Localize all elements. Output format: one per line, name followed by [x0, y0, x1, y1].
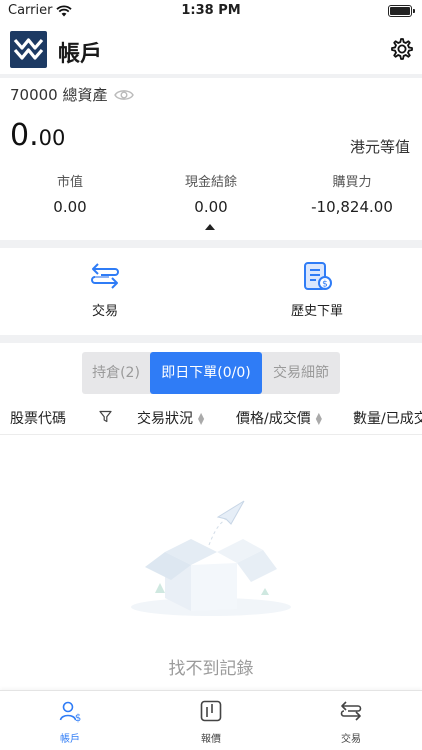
empty-state-message: 找不到記錄: [168, 659, 254, 679]
eye-icon[interactable]: [113, 88, 134, 102]
tab-quote-label: 報價: [201, 734, 221, 745]
page-title: 帳戶: [58, 42, 103, 67]
tab-trade-label: 交易: [341, 734, 361, 745]
svg-text:$: $: [75, 713, 81, 723]
total-assets-label: 70000 總資產: [10, 86, 108, 104]
quote-icon: [200, 700, 222, 722]
sort-icon: ▲ ▼: [198, 411, 205, 426]
orders-segmented-control: 持倉(2) 即日下單(0/0) 交易細節: [82, 352, 340, 394]
settings-button[interactable]: [388, 36, 414, 62]
stat-market-value: 市值 0.00: [53, 175, 87, 216]
total-assets-row: 70000 總資產: [10, 84, 134, 105]
orders-table-header: 股票代碼 交易狀況 ▲ ▼ 價格/成交價 ▲ ▼ 數量/已成交: [0, 405, 422, 433]
tab-positions[interactable]: 持倉(2): [82, 352, 150, 394]
status-bar: Carrier 1:38 PM: [0, 0, 422, 22]
column-price[interactable]: 價格/成交價 ▲ ▼: [236, 408, 322, 428]
brand-logo: [10, 31, 47, 68]
status-time: 1:38 PM: [181, 3, 241, 18]
divider: [0, 335, 422, 343]
tab-quote[interactable]: 報價: [171, 699, 251, 745]
svg-text:$: $: [322, 280, 328, 290]
stat-cash-balance: 現金結餘 0.00: [184, 175, 237, 216]
stat-buying-power: 購買力 -10,824.00: [311, 175, 393, 216]
empty-box-icon: [131, 500, 291, 616]
divider: [0, 240, 422, 248]
tab-account-label: 帳戶: [60, 734, 80, 745]
column-quantity[interactable]: 數量/已成交: [353, 408, 422, 428]
currency-label: 港元等值: [349, 138, 410, 156]
column-trade-status[interactable]: 交易狀況 ▲ ▼: [137, 408, 204, 428]
divider: [0, 74, 422, 78]
tab-today-orders[interactable]: 即日下單(0/0): [150, 352, 262, 394]
trade-action-button[interactable]: 交易: [55, 260, 155, 319]
column-stock-code[interactable]: 股票代碼: [10, 408, 66, 428]
order-history-label: 歷史下單: [290, 304, 343, 319]
tab-trade[interactable]: 交易: [311, 699, 391, 745]
app-header: 帳戶: [0, 28, 422, 72]
trade-action-label: 交易: [91, 304, 118, 319]
filter-icon[interactable]: [99, 410, 112, 423]
account-icon: $: [59, 701, 81, 724]
battery-icon: [388, 5, 415, 17]
tab-trade-details[interactable]: 交易細節: [262, 352, 340, 394]
bottom-tab-bar: $ 帳戶 報價 交易: [0, 690, 422, 750]
swap-arrows-icon: [91, 263, 119, 289]
total-assets-value: 0.00: [10, 118, 66, 153]
divider: [0, 434, 422, 435]
gear-icon: [391, 38, 413, 60]
order-history-icon: $: [304, 262, 332, 290]
sort-icon: ▲ ▼: [315, 411, 322, 426]
trade-icon: [340, 701, 362, 721]
tab-account[interactable]: $ 帳戶: [30, 699, 110, 745]
collapse-caret-icon[interactable]: [205, 224, 215, 230]
order-history-button[interactable]: $ 歷史下單: [267, 260, 367, 319]
